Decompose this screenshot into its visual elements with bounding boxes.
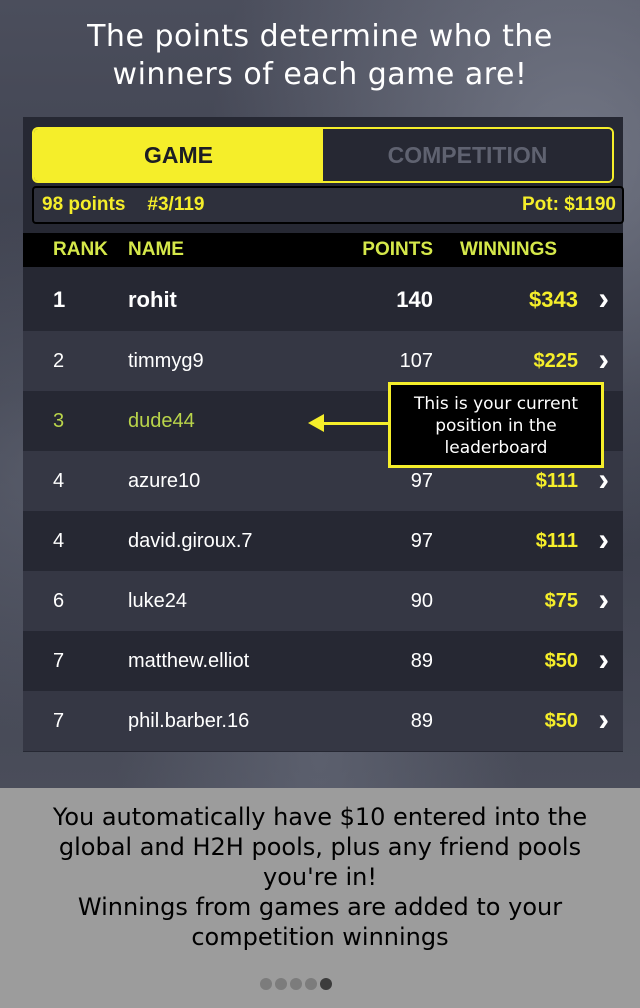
header-points: POINTS	[362, 239, 433, 260]
row-rank: 1	[53, 287, 66, 312]
row-points: 97	[410, 530, 433, 552]
row-rank: 7	[53, 710, 65, 732]
chevron-right-icon[interactable]: ›	[598, 268, 609, 328]
header-rank: RANK	[53, 239, 108, 260]
row-name: phil.barber.16	[128, 710, 250, 732]
row-rank: 7	[53, 650, 65, 672]
tab-competition[interactable]: COMPETITION	[323, 129, 612, 181]
row-name: luke24	[128, 590, 187, 612]
table-row[interactable]: 7 phil.barber.16 89 $50 ›	[23, 691, 623, 751]
callout-line-2: position in the	[435, 416, 557, 436]
headline-line-1: The points determine who the	[87, 19, 553, 54]
row-points: 140	[396, 287, 433, 312]
row-winnings: $50	[544, 710, 578, 732]
footer-info: You automatically have $10 entered into …	[0, 788, 640, 1008]
footer-line-2: global and H2H pools, plus any friend po…	[58, 833, 582, 861]
table-row[interactable]: 7 matthew.elliot 89 $50 ›	[23, 631, 623, 691]
pot-total: Pot: $1190	[522, 194, 616, 215]
row-points: 90	[410, 590, 433, 612]
my-points: 98 points	[42, 194, 126, 215]
tab-game[interactable]: GAME	[34, 129, 323, 181]
row-name: dude44	[128, 410, 195, 432]
footer-line-4: Winnings from games are added to your	[77, 893, 563, 921]
status-bar: 98 points #3/119 Pot: $1190	[32, 186, 624, 224]
row-name: timmyg9	[128, 350, 204, 372]
row-rank: 2	[53, 350, 65, 372]
row-rank: 4	[53, 530, 65, 552]
row-winnings: $50	[544, 650, 578, 672]
row-name: david.giroux.7	[128, 530, 253, 552]
row-points: 89	[410, 650, 433, 672]
row-rank: 6	[53, 590, 65, 612]
page-dot[interactable]	[305, 978, 317, 990]
footer-text: You automatically have $10 entered into …	[10, 802, 630, 952]
row-winnings: $343	[529, 287, 578, 312]
footer-line-3: you're in!	[263, 863, 377, 891]
headline: The points determine who the winners of …	[0, 18, 640, 94]
my-rank: #3/119	[147, 194, 205, 215]
row-name: azure10	[128, 470, 201, 492]
page-dot[interactable]	[260, 978, 272, 990]
tab-bar: GAME COMPETITION	[32, 127, 614, 183]
arrow-left-icon	[308, 414, 324, 432]
chevron-right-icon[interactable]: ›	[598, 629, 609, 689]
callout-tooltip: This is your current position in the lea…	[388, 382, 604, 468]
headline-line-2: winners of each game are!	[112, 57, 528, 92]
row-points: 89	[410, 710, 433, 732]
page-indicator	[260, 978, 332, 990]
header-winnings: WINNINGS	[460, 239, 558, 260]
chevron-right-icon[interactable]: ›	[598, 329, 609, 389]
page-dot[interactable]	[275, 978, 287, 990]
footer-line-5: competition winnings	[191, 923, 449, 951]
row-name: matthew.elliot	[128, 650, 250, 672]
chevron-right-icon[interactable]: ›	[598, 569, 609, 629]
callout-line-1: This is your current	[413, 394, 579, 414]
row-rank: 3	[53, 410, 65, 432]
row-rank: 4	[53, 470, 65, 492]
page-dot[interactable]	[290, 978, 302, 990]
page-dot-active[interactable]	[320, 978, 332, 990]
footer-line-1: You automatically have $10 entered into …	[52, 803, 588, 831]
row-winnings: $111	[535, 530, 578, 552]
chevron-right-icon[interactable]: ›	[598, 689, 609, 749]
callout-line-3: leaderboard	[444, 438, 548, 458]
table-row[interactable]: 4 david.giroux.7 97 $111 ›	[23, 511, 623, 571]
row-name: rohit	[128, 287, 177, 312]
chevron-right-icon[interactable]: ›	[598, 509, 609, 569]
table-row[interactable]: 6 luke24 90 $75 ›	[23, 571, 623, 631]
header-name: NAME	[128, 239, 184, 260]
table-header: RANK NAME POINTS WINNINGS	[23, 233, 623, 267]
row-winnings: $75	[544, 590, 578, 612]
callout-arrow-shaft	[322, 422, 388, 425]
table-row[interactable]: 1 rohit 140 $343 ›	[23, 270, 623, 330]
